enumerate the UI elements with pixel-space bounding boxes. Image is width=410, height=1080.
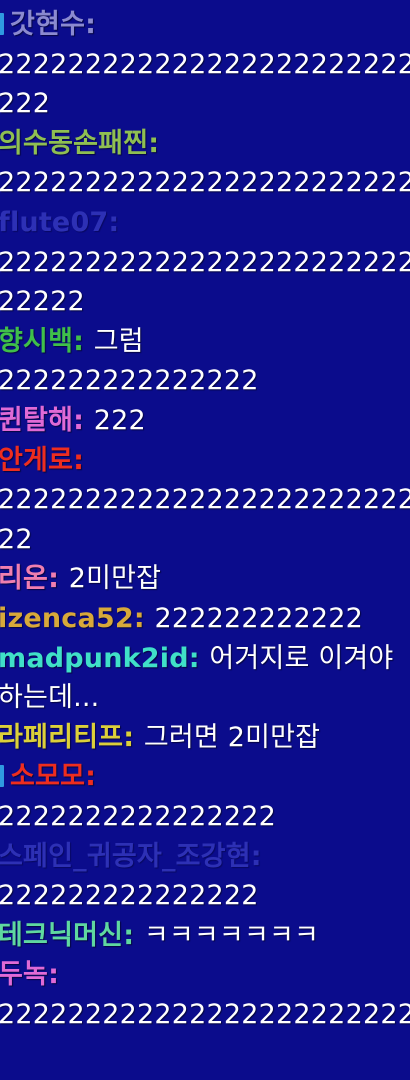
chat-text-continuation: 2222222222222222222222222 xyxy=(0,999,410,1030)
chat-text-continuation: 222222222222222 xyxy=(0,365,259,396)
chat-message: 퀸탈해: 222 xyxy=(0,404,146,438)
chat-text-continuation: 2222222222222222222222222 xyxy=(0,484,410,515)
chat-message: 스페인_귀공자_조강현: xyxy=(0,840,262,874)
chat-username[interactable]: 리온 xyxy=(0,563,48,594)
chat-message: 소모모: xyxy=(0,760,96,794)
chat-text-continuation: 2222222222222222222222222 xyxy=(0,247,410,278)
chat-separator: : xyxy=(73,405,94,436)
chat-text: 222222222222 xyxy=(154,603,364,634)
chat-separator: : xyxy=(48,563,69,594)
chat-text: 그럼 xyxy=(93,326,144,357)
user-badge-icon xyxy=(0,13,4,35)
chat-username[interactable]: 테크닉머신 xyxy=(0,920,123,951)
chat-text: 222 xyxy=(93,405,146,436)
chat-message: 두녹: xyxy=(0,958,59,992)
chat-text: 2미만잡 xyxy=(68,563,162,594)
chat-text-continuation: 222 xyxy=(0,88,51,119)
chat-text-continuation: 2222222222222222222222222 xyxy=(0,49,410,80)
chat-message: flute07: xyxy=(0,206,119,240)
chat-separator: : xyxy=(108,207,120,238)
chat-username[interactable]: 두녹 xyxy=(0,959,48,990)
chat-text: 어거지로 이겨야 xyxy=(209,643,394,674)
chat-username[interactable]: 의수동손패찐 xyxy=(0,128,148,159)
chat-message: 향시백: 그럼 xyxy=(0,325,144,359)
chat-log: 갓현수: 2222222222222222222222222 222 의수동손패찐:… xyxy=(0,0,410,1080)
chat-separator: : xyxy=(133,603,155,634)
chat-message: madpunk2id: 어거지로 이겨야 xyxy=(0,642,393,676)
chat-text-continuation: 2222222222222222 xyxy=(0,801,277,832)
chat-username[interactable]: 소모모 xyxy=(10,761,85,792)
chat-username[interactable]: flute07 xyxy=(0,207,108,238)
chat-username[interactable]: 라페리티프 xyxy=(0,722,123,753)
chat-text: 그러면 2미만잡 xyxy=(143,722,321,753)
chat-message: izenca52: 222222222222 xyxy=(0,602,363,636)
chat-text-continuation: 하는데... xyxy=(0,682,100,713)
chat-username[interactable]: 퀸탈해 xyxy=(0,405,73,436)
chat-message: 리온: 2미만잡 xyxy=(0,562,161,596)
chat-separator: : xyxy=(250,841,262,872)
chat-message: 안게로: xyxy=(0,444,84,478)
chat-username[interactable]: 스페인_귀공자_조강현 xyxy=(0,841,251,872)
chat-separator: : xyxy=(48,959,60,990)
chat-separator: : xyxy=(85,761,97,792)
chat-message: 갓현수: xyxy=(0,8,96,42)
chat-username[interactable]: 향시백 xyxy=(0,326,73,357)
chat-username[interactable]: 안게로 xyxy=(0,445,73,476)
chat-username[interactable]: madpunk2id xyxy=(0,643,189,674)
chat-separator: : xyxy=(123,722,144,753)
chat-username[interactable]: 갓현수 xyxy=(10,9,85,40)
chat-text-continuation: 22 xyxy=(0,524,33,555)
chat-separator: : xyxy=(85,9,97,40)
chat-message: 테크닉머신: ㅋㅋㅋㅋㅋㅋㅋ xyxy=(0,919,319,953)
chat-text-continuation: 222222222222222 xyxy=(0,880,259,911)
chat-separator: : xyxy=(123,920,144,951)
user-badge-icon xyxy=(0,765,4,787)
chat-separator: : xyxy=(73,326,94,357)
chat-text: ㅋㅋㅋㅋㅋㅋㅋ xyxy=(143,920,320,951)
chat-text-continuation: 2222222222222222222222222 xyxy=(0,167,410,198)
chat-message: 의수동손패찐: xyxy=(0,127,159,161)
chat-separator: : xyxy=(188,643,210,674)
chat-separator: : xyxy=(148,128,160,159)
chat-text-continuation: 22222 xyxy=(0,286,85,317)
chat-message: 라페리티프: 그러면 2미만잡 xyxy=(0,721,320,755)
chat-separator: : xyxy=(73,445,85,476)
chat-username[interactable]: izenca52 xyxy=(0,603,134,634)
